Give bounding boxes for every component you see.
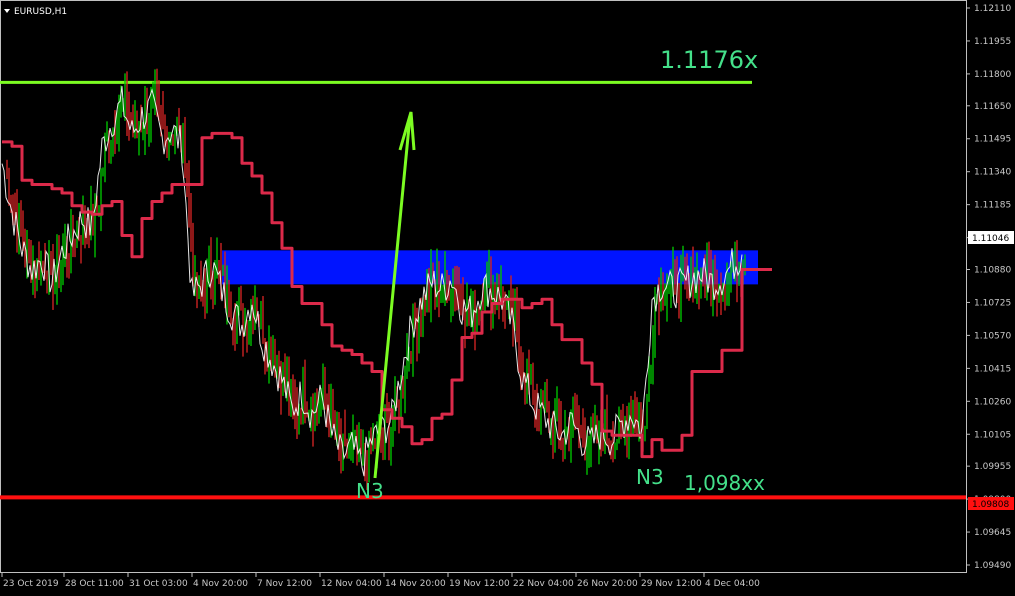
- y-tick-label: 1.11185: [974, 201, 1011, 211]
- x-tick-label: 12 Nov 04:00: [321, 579, 382, 589]
- x-tick-label: 28 Oct 11:00: [65, 579, 124, 589]
- y-tick-label: 1.10105: [974, 430, 1011, 440]
- y-tick-label: 1.10725: [974, 298, 1011, 308]
- y-tick-label: 1.09955: [974, 462, 1011, 472]
- chart: EURUSD,H1 1.1176x N3 N3 1,098xx 1.12110 1…: [0, 0, 1015, 592]
- y-tick-label: 1.11800: [974, 70, 1011, 80]
- support-price-tag: 1.09808: [968, 497, 1014, 510]
- x-tick-label: 4 Nov 20:00: [193, 579, 248, 589]
- wave-label-n3-right: N3: [636, 465, 664, 489]
- x-tick-label: 23 Oct 2019: [3, 579, 59, 589]
- y-tick-label: 1.10415: [974, 364, 1011, 374]
- x-tick-label: 14 Nov 20:00: [385, 579, 446, 589]
- x-tick-label: 7 Nov 12:00: [257, 579, 312, 589]
- x-tick-label: 31 Oct 03:00: [129, 579, 188, 589]
- y-tick-label: 1.11650: [974, 102, 1011, 112]
- resistance-annotation: 1.1176x: [660, 46, 758, 74]
- x-tick-label: 4 Dec 04:00: [705, 579, 760, 589]
- current-price-tag: 1.11046: [968, 231, 1014, 244]
- y-tick-label: 1.12110: [974, 4, 1011, 14]
- wave-label-n3-left: N3: [356, 479, 384, 503]
- y-tick-label: 1.10260: [974, 397, 1011, 407]
- chart-title: EURUSD,H1: [14, 7, 67, 17]
- x-tick-label: 19 Nov 12:00: [449, 579, 510, 589]
- y-tick-label: 1.10570: [974, 331, 1011, 341]
- y-tick-label: 1.10880: [974, 265, 1011, 275]
- x-tick-label: 26 Nov 20:00: [577, 579, 638, 589]
- x-tick-label: 22 Nov 04:00: [513, 579, 574, 589]
- current-price-label: 1.11046: [972, 234, 1009, 244]
- y-tick-label: 1.11495: [974, 135, 1011, 145]
- y-tick-label: 1.09645: [974, 528, 1011, 538]
- support-price-label: 1.09808: [972, 500, 1009, 510]
- x-tick-label: 29 Nov 12:00: [641, 579, 702, 589]
- support-annotation: 1,098xx: [684, 471, 765, 495]
- y-tick-label: 1.09490: [974, 561, 1011, 571]
- y-tick-label: 1.11340: [974, 168, 1011, 178]
- chart-svg: EURUSD,H1 1.1176x N3 N3 1,098xx 1.12110 1…: [0, 0, 1015, 592]
- y-tick-label: 1.11955: [974, 37, 1011, 47]
